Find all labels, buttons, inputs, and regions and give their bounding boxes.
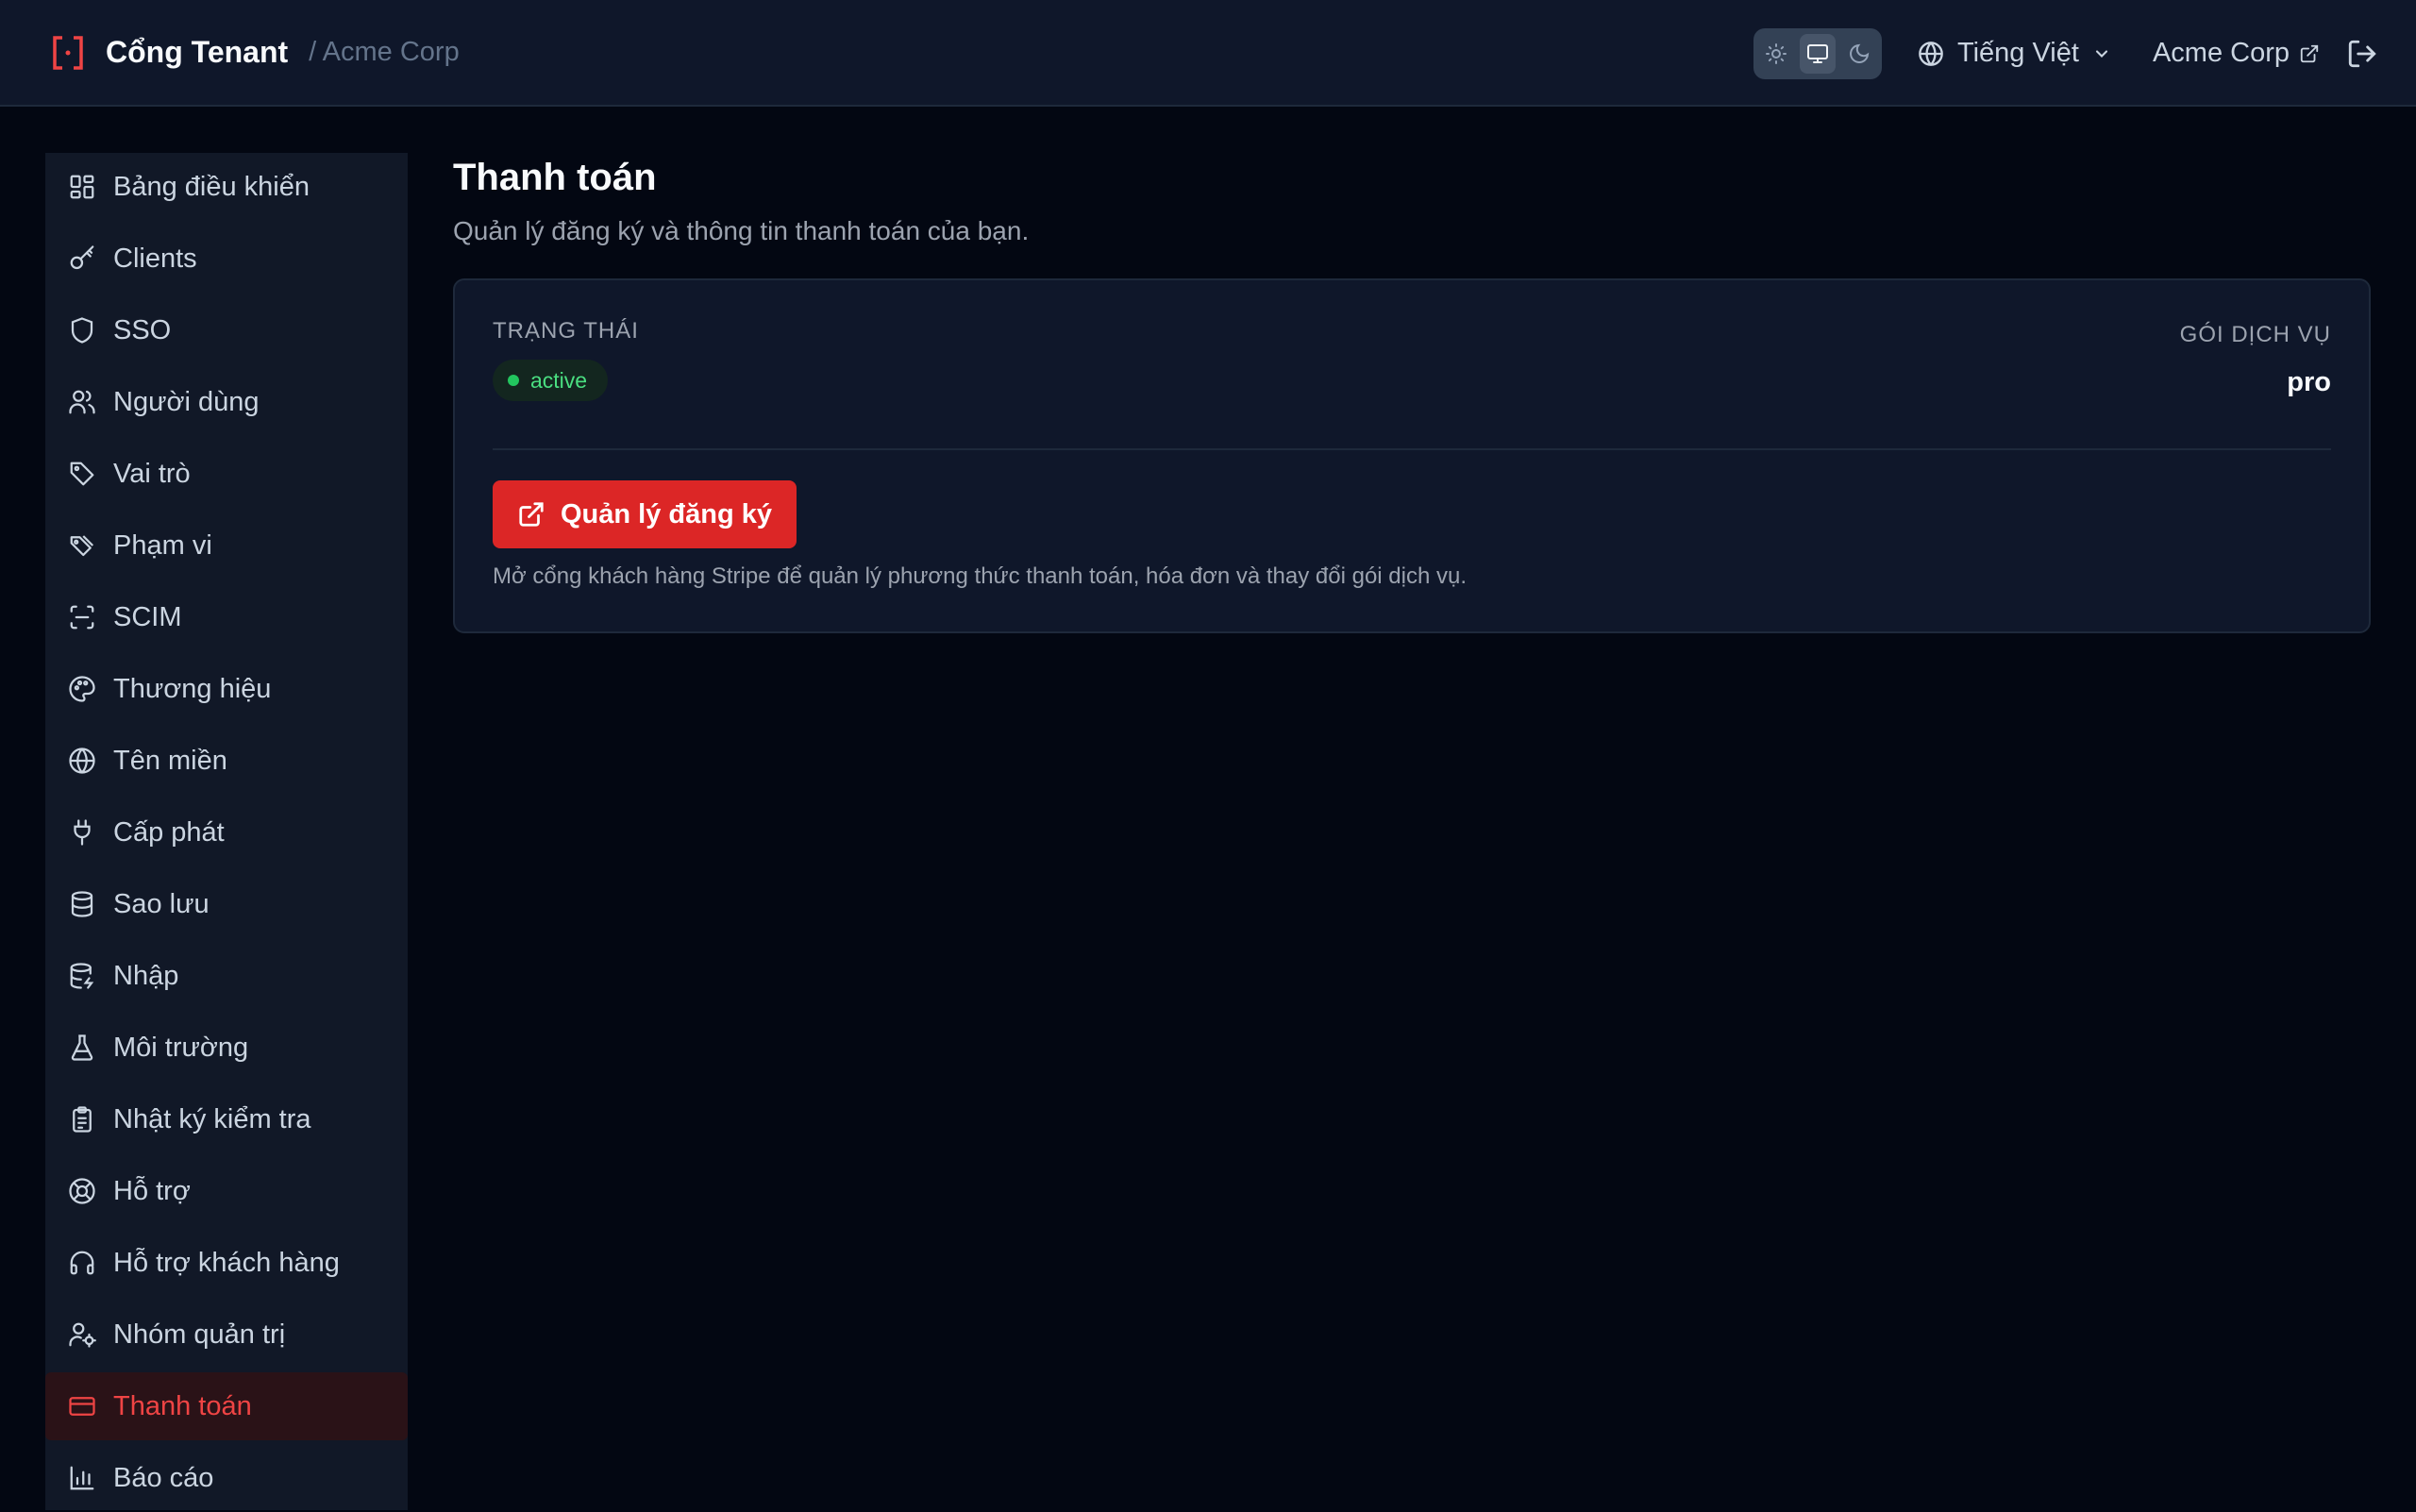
key-icon [70,245,94,270]
globe-icon [69,748,95,774]
top-bar: Cổng Tenant / Acme Corp Tiếng Việt Acme … [0,0,2416,107]
helper-text: Mở cổng khách hàng Stripe để quản lý phư… [493,563,1468,589]
sidebar-item-label: Thanh toán [113,1390,252,1421]
billing-card: TRẠNG THÁI active GÓI DỊCH VỤ pro Quản l… [453,278,2371,633]
sidebar-item-domains[interactable]: Tên miền [45,727,408,795]
sidebar-item-label: Hỗ trợ [113,1175,191,1206]
organization-link-label: Acme Corp [2152,38,2290,68]
light-theme-button[interactable] [1758,34,1794,74]
tags-icon [70,535,94,557]
system-theme-button[interactable] [1799,33,1836,74]
sidebar-item-label: SCIM [113,601,182,632]
user-cog-icon [69,1322,96,1348]
manage-subscription-label: Quản lý đăng ký [561,498,772,529]
sun-icon [1765,42,1787,64]
sidebar: Bảng điều khiển Clients SSO Người dùng V… [45,153,408,1510]
sidebar-item-label: Người dùng [113,386,260,417]
monitor-icon [1806,43,1828,63]
sidebar-item-label: Hỗ trợ khách hàng [113,1247,340,1278]
database-import-icon [70,963,94,989]
status-badge: active [493,360,609,401]
main-content: Thanh toán Quản lý đăng ký và thông tin … [453,153,2371,633]
page-title: Thanh toán [453,157,657,198]
logout-button[interactable] [2346,38,2378,70]
scan-icon [70,605,94,630]
theme-switcher [1753,27,1882,79]
users-icon [69,390,95,414]
organization-link[interactable]: Acme Corp [2153,38,2320,69]
brand[interactable]: Cổng Tenant / Acme Corp [51,34,460,72]
bar-chart-icon [70,1466,94,1490]
plug-icon [74,819,91,846]
sidebar-item-label: Phạm vi [113,529,212,561]
globe-icon [1919,41,1943,66]
sidebar-item-customer-support[interactable]: Hỗ trợ khách hàng [45,1229,408,1297]
tenant-breadcrumb: / Acme Corp [309,37,460,67]
sidebar-item-label: Vai trò [113,458,191,489]
external-link-icon [2300,44,2319,62]
sidebar-item-reports[interactable]: Báo cáo [45,1444,408,1512]
plan-label: GÓI DỊCH VỤ [2179,322,2331,347]
sidebar-item-backups[interactable]: Sao lưu [45,870,408,938]
sidebar-item-support[interactable]: Hỗ trợ [45,1157,408,1225]
sidebar-item-label: Nhật ký kiểm tra [113,1103,311,1134]
moon-icon [1850,43,1870,63]
sidebar-item-clients[interactable]: Clients [45,225,408,293]
sidebar-item-sso[interactable]: SSO [45,296,408,364]
sidebar-item-label: Báo cáo [113,1462,214,1493]
sidebar-item-label: Nhập [113,960,179,991]
app-title: Cổng Tenant [106,35,289,69]
sidebar-item-scopes[interactable]: Phạm vi [45,512,408,580]
chevron-down-icon [2095,49,2107,58]
lifebuoy-icon [69,1178,95,1204]
tag-icon [70,462,94,486]
sidebar-item-scim[interactable]: SCIM [45,583,408,651]
status-label: TRẠNG THÁI [493,318,639,344]
sidebar-item-environments[interactable]: Môi trường [45,1014,408,1082]
sidebar-item-label: Thương hiệu [113,673,272,704]
dark-theme-button[interactable] [1841,34,1877,74]
sidebar-item-label: Clients [113,243,197,274]
plan-value: pro [2287,367,2331,397]
credit-card-icon [69,1397,95,1416]
sidebar-item-provisioning[interactable]: Cấp phát [45,798,408,866]
sidebar-item-branding[interactable]: Thương hiệu [45,655,408,723]
sidebar-item-label: Cấp phát [113,816,225,848]
shield-icon [71,317,93,344]
sidebar-item-import[interactable]: Nhập [45,942,408,1010]
card-divider [493,448,2331,450]
page-subtitle: Quản lý đăng ký và thông tin thanh toán … [453,216,1030,245]
clipboard-icon [73,1106,92,1133]
manage-subscription-button[interactable]: Quản lý đăng ký [493,480,797,548]
headset-icon [70,1251,94,1275]
logout-icon [2348,40,2376,67]
status-dot-icon [508,375,519,386]
sidebar-item-dashboard[interactable]: Bảng điều khiển [45,153,408,221]
sidebar-item-admin-team[interactable]: Nhóm quản trị [45,1301,408,1369]
sidebar-item-roles[interactable]: Vai trò [45,440,408,508]
sidebar-item-users[interactable]: Người dùng [45,368,408,436]
sidebar-item-audit-log[interactable]: Nhật ký kiểm tra [45,1085,408,1153]
external-link-icon [519,502,544,527]
flask-icon [71,1034,93,1061]
language-selector[interactable]: Tiếng Việt [1918,38,2111,69]
dashboard-icon [70,175,94,199]
logo-icon [53,35,83,70]
status-value: active [530,367,588,393]
database-icon [71,891,93,917]
sidebar-item-label: Nhóm quản trị [113,1319,286,1350]
sidebar-item-label: Tên miền [113,745,227,776]
sidebar-item-billing[interactable]: Thanh toán [45,1372,408,1440]
palette-icon [69,676,95,702]
language-label: Tiếng Việt [1956,38,2079,68]
sidebar-item-label: SSO [113,314,172,345]
sidebar-item-label: Môi trường [113,1032,249,1063]
sidebar-item-label: Sao lưu [113,888,210,919]
top-right-controls: Tiếng Việt Acme Corp [1753,0,2378,107]
sidebar-item-label: Bảng điều khiển [113,171,310,202]
